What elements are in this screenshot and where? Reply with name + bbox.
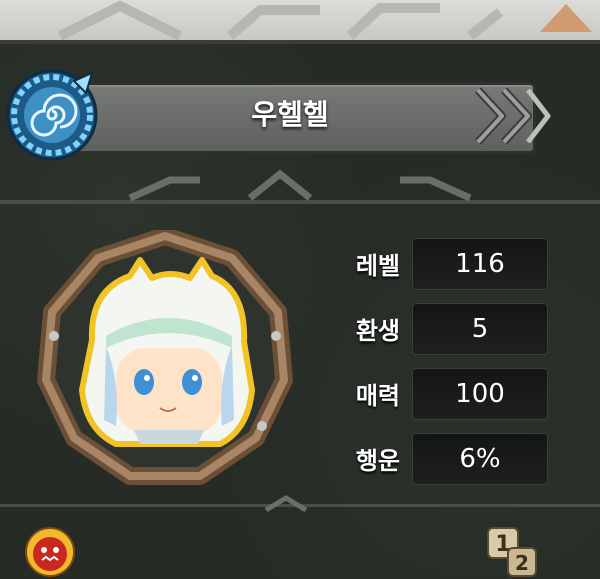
- luck-label: 행운: [355, 447, 400, 475]
- page-1-2-icon[interactable]: 1 2: [484, 526, 544, 579]
- rebirth-value: 5: [412, 303, 548, 355]
- double-chevron-right-icon: [475, 87, 551, 145]
- spiral-emblem-icon: [6, 69, 98, 161]
- frame-rivet: [271, 331, 281, 341]
- frame-rivet: [49, 331, 59, 341]
- bottom-divider: [0, 495, 600, 513]
- level-label: 레벨: [355, 252, 400, 280]
- scroll-up-arrow-icon[interactable]: [540, 4, 592, 32]
- level-value: 116: [412, 238, 548, 290]
- top-decorative-strip: [0, 0, 600, 44]
- character-name: 우헬헬: [251, 98, 329, 131]
- charm-value: 100: [412, 368, 548, 420]
- top-pattern: [57, 0, 592, 40]
- charm-label: 매력: [355, 382, 400, 410]
- svg-text:2: 2: [515, 551, 529, 575]
- luck-value: 6%: [412, 433, 548, 485]
- character-portrait: [37, 230, 293, 485]
- frame-rivet: [257, 421, 267, 431]
- rebirth-label: 환생: [355, 317, 400, 345]
- section-divider: [0, 170, 600, 204]
- red-monster-badge-icon[interactable]: [24, 526, 76, 578]
